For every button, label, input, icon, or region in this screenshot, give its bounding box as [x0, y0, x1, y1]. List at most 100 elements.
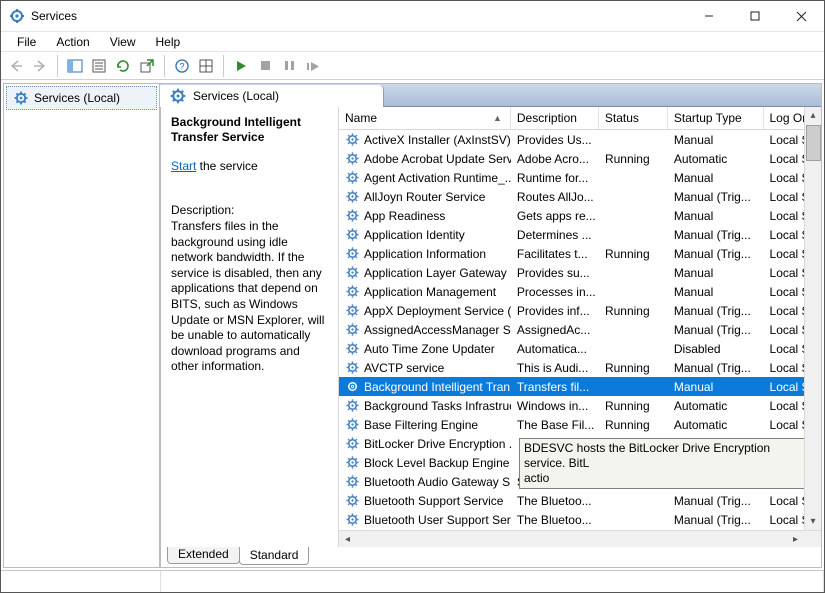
refresh-button[interactable]: [112, 55, 134, 77]
cell-startup: Manual: [668, 285, 764, 299]
back-button[interactable]: [5, 55, 27, 77]
scroll-down-icon[interactable]: ▾: [805, 513, 822, 530]
table-row[interactable]: Base Filtering EngineThe Base Fil...Runn…: [339, 415, 821, 434]
cell-status: Running: [599, 399, 668, 413]
body: Services (Local) Services (Local) Backgr…: [1, 80, 824, 570]
gear-icon: [13, 90, 29, 106]
table-row[interactable]: App ReadinessGets apps re...ManualLocal …: [339, 206, 821, 225]
table-row[interactable]: Application ManagementProcesses in... Man…: [339, 282, 821, 301]
table-row[interactable]: Auto Time Zone UpdaterAutomatica...Disab…: [339, 339, 821, 358]
table-row[interactable]: Bluetooth User Support Ser...The Bluetoo…: [339, 510, 821, 529]
cell-startup: Manual (Trig...: [668, 247, 764, 261]
cell-status: Running: [599, 418, 668, 432]
tree-item-label: Services (Local): [34, 91, 120, 105]
cell-description: Provides Us...: [511, 133, 599, 147]
col-startup-type[interactable]: Startup Type: [668, 107, 764, 129]
stripe-label: Services (Local): [193, 89, 279, 103]
cell-name: AssignedAccessManager Se...: [339, 322, 511, 337]
scroll-right-icon[interactable]: ▸: [787, 531, 804, 548]
stripe-title: Services (Local): [160, 85, 384, 107]
table-row[interactable]: AppX Deployment Service (...Provides inf…: [339, 301, 821, 320]
menu-action[interactable]: Action: [46, 33, 99, 51]
table-row[interactable]: Block Level Backup Engine ...: [339, 453, 821, 472]
col-description[interactable]: Description: [511, 107, 599, 129]
menu-help[interactable]: Help: [146, 33, 191, 51]
cell-name: Auto Time Zone Updater: [339, 341, 511, 356]
forward-button[interactable]: [29, 55, 51, 77]
cell-startup: Manual: [668, 171, 764, 185]
cell-description: Gets apps re...: [511, 209, 599, 223]
close-button[interactable]: [778, 1, 824, 31]
show-hide-tree-button[interactable]: [64, 55, 86, 77]
scroll-up-icon[interactable]: ▴: [805, 107, 822, 124]
col-name[interactable]: Name▲: [339, 107, 511, 129]
cell-name: Application Layer Gateway ...: [339, 265, 511, 280]
restart-service-button[interactable]: [302, 55, 324, 77]
menu-file[interactable]: File: [7, 33, 46, 51]
export-button[interactable]: [136, 55, 158, 77]
table-row[interactable]: Application InformationFacilitates t...R…: [339, 244, 821, 263]
tab-extended[interactable]: Extended: [167, 547, 240, 564]
cell-startup: Manual: [668, 133, 764, 147]
table-row[interactable]: Application Layer Gateway ...Provides su…: [339, 263, 821, 282]
stop-service-button[interactable]: [254, 55, 276, 77]
table-row[interactable]: Agent Activation Runtime_...Runtime for.…: [339, 168, 821, 187]
table-row[interactable]: AssignedAccessManager Se...AssignedAc...…: [339, 320, 821, 339]
tree-item-services-local[interactable]: Services (Local): [6, 86, 157, 110]
table-row[interactable]: BitLocker Drive Encryption ...: [339, 434, 821, 453]
start-service-link[interactable]: Start: [171, 159, 196, 173]
toolbar: ?: [1, 52, 824, 80]
vertical-scrollbar[interactable]: ▴ ▾: [804, 107, 821, 530]
cell-description: Processes in...: [511, 285, 599, 299]
table-row[interactable]: Bluetooth Support ServiceThe Bluetoo...M…: [339, 491, 821, 510]
window-title: Services: [31, 9, 686, 23]
table-row[interactable]: AVCTP serviceThis is Audi...RunningManua…: [339, 358, 821, 377]
cell-description: The Bluetoo...: [511, 494, 599, 508]
horizontal-scrollbar[interactable]: ◂ ▸: [339, 530, 821, 547]
table-row[interactable]: Application IdentityDetermines ...Manual…: [339, 225, 821, 244]
description-text: Transfers files in the background using …: [171, 219, 330, 375]
cell-status: Running: [599, 247, 668, 261]
maximize-button[interactable]: [732, 1, 778, 31]
toolbar-separator: [164, 55, 165, 77]
detail-pane: Background Intelligent Transfer Service …: [161, 107, 339, 547]
cell-description: Determines ...: [511, 228, 599, 242]
menu-view[interactable]: View: [100, 33, 146, 51]
pause-service-button[interactable]: [278, 55, 300, 77]
description-label: Description:: [171, 203, 330, 217]
table-body: ActiveX Installer (AxInstSV)Provides Us.…: [339, 130, 821, 530]
grid-button[interactable]: [195, 55, 217, 77]
minimize-button[interactable]: [686, 1, 732, 31]
table-row[interactable]: AllJoyn Router ServiceRoutes AllJo...Man…: [339, 187, 821, 206]
scroll-left-icon[interactable]: ◂: [339, 531, 356, 548]
cell-startup: Manual (Trig...: [668, 228, 764, 242]
tab-standard[interactable]: Standard: [239, 547, 310, 565]
properties-button[interactable]: [88, 55, 110, 77]
table-row[interactable]: ActiveX Installer (AxInstSV)Provides Us.…: [339, 130, 821, 149]
start-service-trail: the service: [196, 159, 257, 173]
table-row[interactable]: Background Intelligent Tran...Transfers …: [339, 377, 821, 396]
start-service-line: Start the service: [171, 159, 330, 173]
console-tree: Services (Local): [3, 83, 160, 568]
services-table: Name▲ Description Status Startup Type Lo…: [339, 107, 821, 547]
cell-name: ActiveX Installer (AxInstSV): [339, 132, 511, 147]
cell-name: Application Information: [339, 246, 511, 261]
toolbar-separator: [57, 55, 58, 77]
help-button[interactable]: ?: [171, 55, 193, 77]
table-header: Name▲ Description Status Startup Type Lo…: [339, 107, 821, 130]
table-row[interactable]: Bluetooth Audio Gateway S...Service sup.…: [339, 472, 821, 491]
cell-description: Facilitates t...: [511, 247, 599, 261]
cell-description: Service sup...: [511, 475, 599, 489]
cell-description: The Bluetoo...: [511, 513, 599, 527]
col-status[interactable]: Status: [599, 107, 668, 129]
start-service-button[interactable]: [230, 55, 252, 77]
scroll-thumb[interactable]: [806, 125, 821, 161]
cell-description: Runtime for...: [511, 171, 599, 185]
cell-name: Application Management: [339, 284, 511, 299]
table-row[interactable]: Background Tasks Infrastruc...Windows in…: [339, 396, 821, 415]
cell-description: AssignedAc...: [511, 323, 599, 337]
table-row[interactable]: Adobe Acrobat Update Serv...Adobe Acro..…: [339, 149, 821, 168]
cell-startup: Manual: [668, 380, 764, 394]
titlebar: Services: [1, 1, 824, 32]
cell-description: Windows in...: [511, 399, 599, 413]
